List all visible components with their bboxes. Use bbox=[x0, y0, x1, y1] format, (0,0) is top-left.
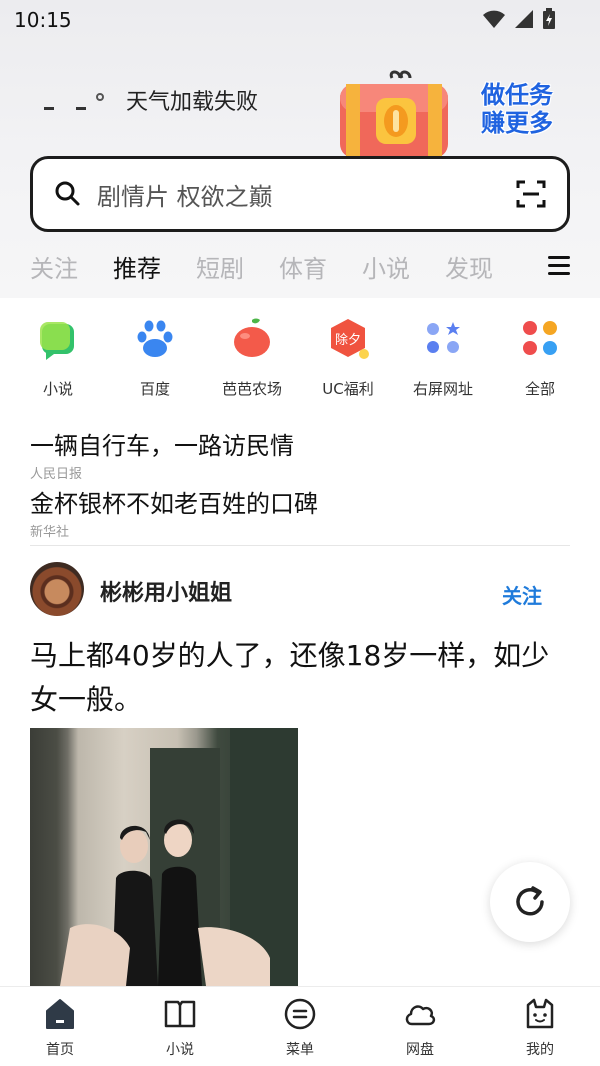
search-input[interactable]: 剧情片 权欲之巅 bbox=[97, 177, 515, 212]
uc-welfare-icon: 除夕 bbox=[331, 319, 369, 359]
headline-title[interactable]: 一辆自行车，一路访民情 bbox=[30, 426, 294, 461]
sites-icon bbox=[427, 322, 460, 353]
shortcut-label: 小说 bbox=[42, 380, 73, 398]
tab-novel[interactable]: 小说 bbox=[362, 249, 410, 284]
shortcut-uc-welfare[interactable]: 除夕 UC福利 bbox=[298, 316, 398, 399]
status-bar: 10:15 bbox=[0, 0, 600, 40]
shortcut-label: 百度 bbox=[139, 380, 170, 398]
nav-label: 首页 bbox=[46, 1042, 74, 1058]
treasure-chest-icon[interactable] bbox=[334, 70, 454, 158]
cloud-icon bbox=[405, 1005, 436, 1026]
home-icon bbox=[46, 999, 74, 1029]
shortcut-label: 全部 bbox=[524, 380, 555, 398]
menu-icon bbox=[284, 998, 316, 1030]
nav-profile[interactable]: 我的 bbox=[500, 997, 580, 1059]
profile-icon bbox=[526, 998, 554, 1029]
shortcut-farm[interactable]: 芭芭农场 bbox=[202, 316, 302, 399]
nav-novel[interactable]: 小说 bbox=[140, 997, 220, 1059]
tab-short-drama[interactable]: 短剧 bbox=[196, 249, 244, 284]
tab-sports[interactable]: 体育 bbox=[279, 249, 327, 284]
nav-label: 菜单 bbox=[286, 1042, 314, 1058]
svg-text:除夕: 除夕 bbox=[335, 333, 361, 348]
nav-home[interactable]: 首页 bbox=[20, 997, 100, 1059]
post-text[interactable]: 马上都40岁的人了，还像18岁一样，如少女一般。 bbox=[30, 634, 570, 722]
author-name[interactable]: 彬彬用小姐姐 bbox=[100, 575, 232, 607]
nav-label: 网盘 bbox=[406, 1042, 434, 1058]
headline-title[interactable]: 金杯银杯不如老百姓的口碑 bbox=[30, 484, 318, 519]
headline-source: 人民日报 bbox=[30, 467, 83, 482]
book-icon bbox=[164, 1000, 196, 1028]
task-reward-badge[interactable]: 做任务 赚更多 bbox=[470, 78, 564, 140]
channel-tabs: 关注 推荐 短剧 体育 小说 发现 bbox=[30, 244, 570, 288]
refresh-button[interactable] bbox=[490, 862, 570, 942]
farm-apple-icon bbox=[234, 318, 270, 357]
signal-icon bbox=[515, 10, 533, 28]
novel-icon bbox=[40, 322, 74, 360]
nav-menu[interactable]: 菜单 bbox=[260, 997, 340, 1059]
post-image[interactable] bbox=[30, 728, 298, 986]
battery-icon bbox=[543, 8, 555, 29]
nav-label: 小说 bbox=[166, 1042, 194, 1058]
all-apps-icon bbox=[523, 321, 557, 355]
tab-follow[interactable]: 关注 bbox=[30, 249, 78, 284]
shortcut-grid: 小说 百度 芭芭农场 除夕 UC福利 右屏网址 全部 bbox=[0, 316, 600, 406]
weather-temperature-icon bbox=[40, 85, 110, 115]
tab-discover[interactable]: 发现 bbox=[445, 249, 493, 284]
headline-item[interactable]: 一辆自行车，一路访民情 人民日报 bbox=[30, 426, 294, 482]
shortcut-label: UC福利 bbox=[322, 380, 374, 398]
status-icons bbox=[482, 8, 556, 30]
shortcut-baidu[interactable]: 百度 bbox=[105, 316, 205, 399]
headline-source: 新华社 bbox=[30, 525, 70, 540]
shortcut-label: 芭芭农场 bbox=[221, 380, 282, 398]
bottom-navigation: 首页 小说 菜单 网盘 我的 bbox=[0, 986, 600, 1066]
search-icon bbox=[55, 181, 80, 206]
scan-icon[interactable] bbox=[515, 178, 547, 210]
shortcut-label: 右屏网址 bbox=[412, 380, 473, 398]
divider bbox=[30, 545, 570, 546]
nav-cloud-drive[interactable]: 网盘 bbox=[380, 997, 460, 1059]
status-time: 10:15 bbox=[14, 8, 72, 32]
follow-button[interactable]: 关注 bbox=[502, 580, 542, 609]
baidu-paw-icon bbox=[137, 320, 173, 357]
nav-label: 我的 bbox=[526, 1042, 554, 1058]
wifi-icon bbox=[483, 10, 505, 28]
weather-status-text: 天气加载失败 bbox=[126, 90, 259, 115]
author-avatar[interactable] bbox=[30, 562, 84, 616]
shortcut-novel[interactable]: 小说 bbox=[8, 316, 108, 399]
refresh-icon bbox=[516, 886, 544, 916]
weather-widget[interactable]: 天气加载失败 bbox=[40, 84, 258, 116]
task-badge-line1: 做任务 bbox=[481, 81, 553, 109]
post-photo-illustration bbox=[60, 728, 298, 986]
shortcut-sites[interactable]: 右屏网址 bbox=[393, 316, 493, 399]
shortcut-all[interactable]: 全部 bbox=[490, 316, 590, 399]
search-bar[interactable]: 剧情片 权欲之巅 bbox=[30, 156, 570, 232]
tab-menu-icon[interactable] bbox=[548, 256, 570, 276]
tab-recommend[interactable]: 推荐 bbox=[113, 249, 161, 284]
task-badge-line2: 赚更多 bbox=[481, 109, 553, 137]
headline-item[interactable]: 金杯银杯不如老百姓的口碑 新华社 bbox=[30, 484, 318, 540]
